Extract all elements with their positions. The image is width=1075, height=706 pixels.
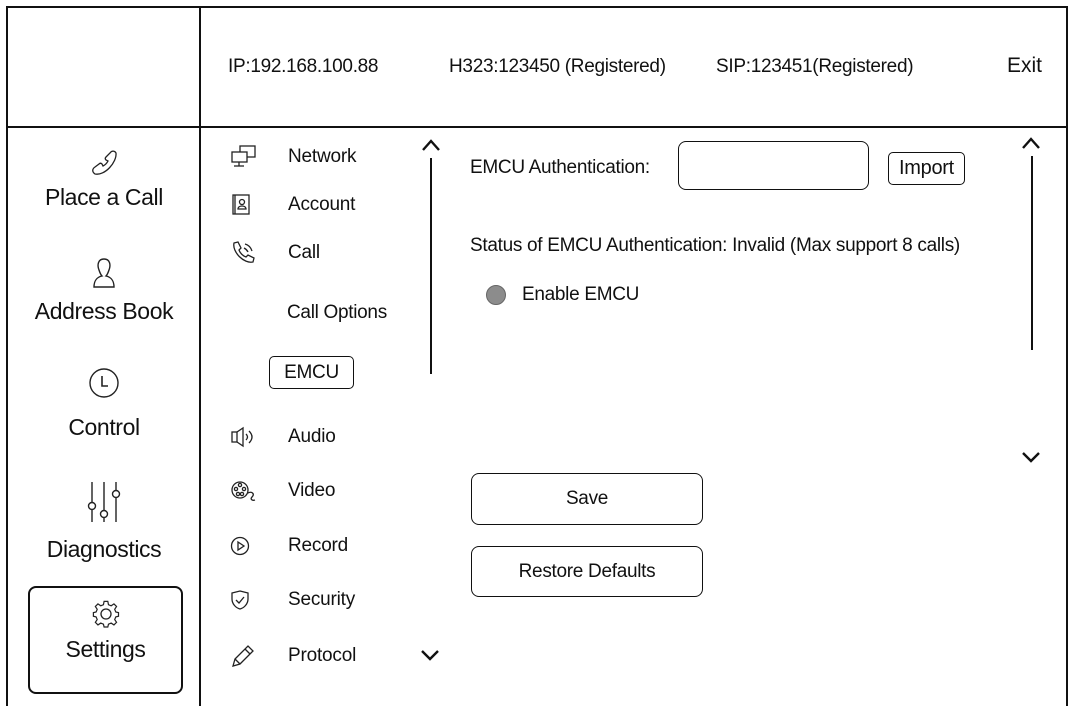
submenu-item-label: Audio — [288, 426, 336, 447]
restore-defaults-button[interactable]: Restore Defaults — [471, 546, 703, 597]
video-icon — [230, 480, 262, 502]
enable-emcu-toggle[interactable]: Enable EMCU — [486, 284, 639, 306]
submenu-scroll-up-icon[interactable] — [420, 138, 442, 152]
submenu-scrollbar[interactable] — [430, 158, 432, 374]
ip-address: IP:192.168.100.88 — [228, 56, 379, 77]
sidebar-item-label: Settings — [65, 636, 146, 662]
network-icon — [230, 145, 262, 168]
sidebar-item-diagnostics[interactable]: Diagnostics — [8, 478, 200, 563]
submenu-item-label: Record — [288, 535, 349, 556]
sidebar-item-address-book[interactable]: Address Book — [8, 254, 200, 325]
submenu-item-label: Call — [288, 242, 320, 263]
emcu-status-text: Status of EMCU Authentication: Invalid (… — [470, 235, 960, 256]
sip-status: SIP:123451(Registered) — [716, 56, 914, 77]
emcu-auth-input[interactable] — [678, 141, 869, 190]
submenu-item-record[interactable]: Record — [230, 535, 348, 557]
call-icon — [230, 241, 262, 264]
submenu-item-label: Security — [288, 589, 356, 610]
sidebar-item-label: Address Book — [34, 298, 174, 324]
submenu-item-emcu[interactable]: EMCU — [269, 356, 354, 389]
content-scrollbar[interactable] — [1031, 156, 1033, 350]
top-border — [6, 6, 1068, 8]
submenu-item-call-options[interactable]: Call Options — [287, 302, 387, 324]
pencil-icon — [230, 645, 262, 667]
sidebar-item-place-a-call[interactable]: Place a Call — [8, 142, 200, 211]
sliders-icon — [8, 478, 200, 524]
enable-emcu-label: Enable EMCU — [522, 284, 640, 305]
submenu-item-label: Network — [288, 146, 357, 167]
sidebar-divider — [199, 6, 201, 706]
shield-icon — [230, 589, 262, 611]
sidebar-item-settings[interactable]: Settings — [28, 586, 183, 694]
submenu-item-label: Video — [288, 480, 336, 501]
content-scroll-down-icon[interactable] — [1020, 450, 1042, 464]
sidebar-item-label: Place a Call — [45, 184, 163, 210]
phone-icon — [8, 142, 200, 178]
submenu-item-call[interactable]: Call — [230, 241, 320, 264]
submenu-item-label: Account — [288, 194, 356, 215]
submenu-item-video[interactable]: Video — [230, 480, 335, 502]
submenu-item-audio[interactable]: Audio — [230, 426, 336, 448]
record-icon — [230, 535, 262, 557]
exit-button[interactable]: Exit — [1007, 54, 1042, 78]
submenu-item-label: Protocol — [288, 645, 357, 666]
account-icon — [230, 194, 262, 216]
submenu-scroll-down-icon[interactable] — [419, 648, 441, 662]
gear-icon — [30, 588, 181, 628]
import-button[interactable]: Import — [888, 152, 965, 185]
header-divider — [6, 126, 1068, 128]
submenu-item-protocol[interactable]: Protocol — [230, 645, 356, 667]
h323-status: H323:123450 (Registered) — [449, 56, 666, 77]
submenu-item-security[interactable]: Security — [230, 589, 355, 611]
sidebar-item-label: Diagnostics — [46, 536, 162, 562]
content-scroll-up-icon[interactable] — [1020, 136, 1042, 150]
person-icon — [8, 254, 200, 290]
sidebar-item-control[interactable]: Control — [8, 364, 200, 441]
enable-emcu-radio[interactable] — [486, 285, 506, 305]
sidebar-item-label: Control — [68, 414, 140, 440]
emcu-auth-label: EMCU Authentication: — [470, 157, 650, 178]
submenu-item-network[interactable]: Network — [230, 145, 357, 168]
clock-icon — [8, 364, 200, 400]
save-button[interactable]: Save — [471, 473, 703, 525]
speaker-icon — [230, 426, 262, 448]
submenu-item-account[interactable]: Account — [230, 194, 355, 216]
